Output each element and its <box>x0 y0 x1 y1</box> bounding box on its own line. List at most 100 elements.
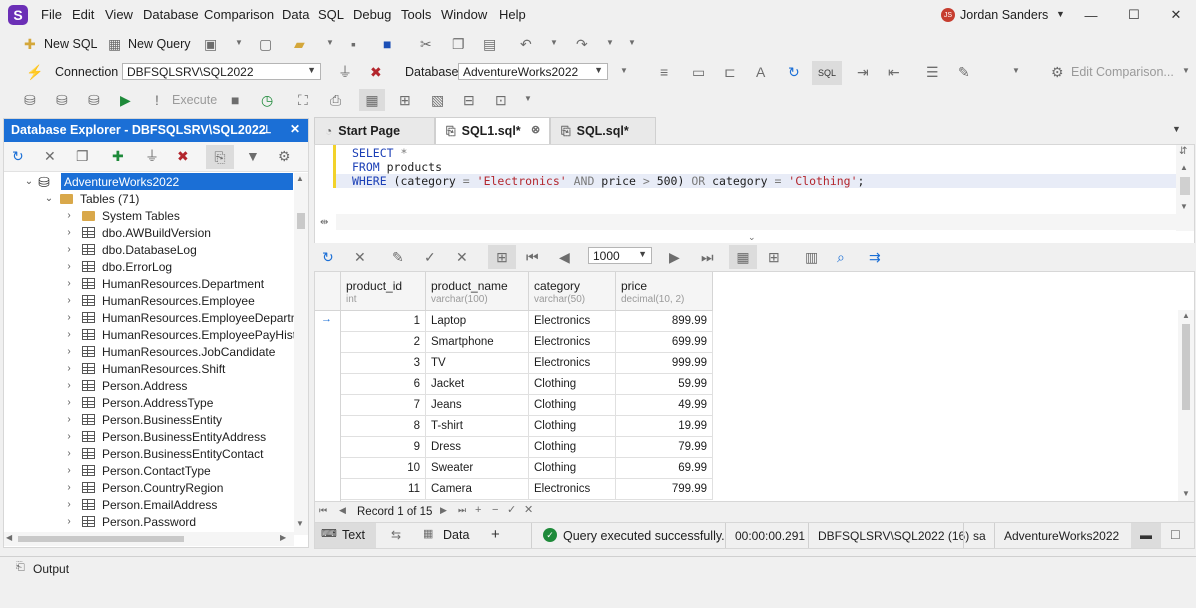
scroll-down-icon[interactable]: ▼ <box>296 520 304 528</box>
menu-help[interactable]: Help <box>499 7 526 22</box>
database-icon-2[interactable]: ⛁ <box>56 93 68 107</box>
expand-chevron-icon[interactable]: › <box>64 414 74 425</box>
paste-icon[interactable]: ▤ <box>483 37 496 51</box>
table-cell[interactable]: T-shirt <box>426 416 529 437</box>
table-cell[interactable]: Dress <box>426 437 529 458</box>
expand-chevron-icon[interactable]: › <box>64 278 74 289</box>
table-cell[interactable]: 2 <box>341 332 426 353</box>
scroll-up-icon[interactable]: ▲ <box>1182 312 1190 320</box>
tree-node-table[interactable]: › Person.Password <box>64 513 196 530</box>
explorer-filter-objects-icon[interactable]: ⎘ <box>206 145 234 169</box>
menu-tools[interactable]: Tools <box>401 7 431 22</box>
table-cell[interactable]: 69.99 <box>616 458 713 479</box>
execute-button[interactable]: Execute <box>172 93 217 107</box>
table-cell[interactable]: 10 <box>341 458 426 479</box>
add-record-icon[interactable]: + <box>475 505 481 516</box>
tree-node-table[interactable]: › Person.BusinessEntityAddress <box>64 428 266 445</box>
menu-view[interactable]: View <box>105 7 133 22</box>
remove-record-icon[interactable]: − <box>492 505 498 516</box>
swap-icon[interactable]: ⇆ <box>391 529 401 541</box>
grid-cancel-icon[interactable]: ✕ <box>456 250 468 264</box>
previous-record-icon[interactable]: ◀ <box>339 506 346 515</box>
expand-chevron-icon[interactable]: › <box>64 210 74 221</box>
align-icon[interactable]: ☰ <box>926 65 939 79</box>
tree-node-table[interactable]: › HumanResources.Shift <box>64 360 225 377</box>
tree-node-table[interactable]: › Person.EmailAddress <box>64 496 217 513</box>
pivot-icon[interactable]: ⊟ <box>463 93 475 107</box>
tree-node-table[interactable]: › Person.CountryRegion <box>64 479 223 496</box>
menu-database[interactable]: Database <box>143 7 199 22</box>
explorer-connect-icon[interactable]: ⏚ <box>145 149 159 163</box>
connect-icon[interactable]: ⏚ <box>338 65 352 79</box>
menu-edit[interactable]: Edit <box>72 7 94 22</box>
table-cell[interactable]: 799.99 <box>616 479 713 500</box>
tree-node-table[interactable]: › HumanResources.EmployeeDepartment <box>64 309 294 326</box>
save-icon[interactable]: ▪ <box>351 37 356 51</box>
expand-chevron-icon[interactable]: › <box>64 431 74 442</box>
grid-delete-icon[interactable]: ✕ <box>354 250 366 264</box>
toolbar2-overflow-icon[interactable]: ▼ <box>1012 67 1020 75</box>
table-cell[interactable]: 8 <box>341 416 426 437</box>
scroll-up-icon[interactable]: ▲ <box>296 175 304 183</box>
collapse-chevron-icon[interactable]: ⌄ <box>24 176 34 187</box>
expand-chevron-icon[interactable]: › <box>64 448 74 459</box>
explorer-refresh-icon[interactable]: ↻ <box>12 149 24 163</box>
grid-paging-icon[interactable]: ⊞ <box>488 245 516 269</box>
table-cell[interactable]: Clothing <box>529 395 616 416</box>
table-cell[interactable]: Clothing <box>529 437 616 458</box>
table-cell[interactable]: 699.99 <box>616 332 713 353</box>
cancel-record-icon[interactable]: ✕ <box>524 505 533 516</box>
table-cell[interactable]: Clothing <box>529 416 616 437</box>
toolbar3-overflow-icon[interactable]: ▼ <box>524 95 532 103</box>
database-icon-3[interactable]: ⛁ <box>88 93 100 107</box>
menu-window[interactable]: Window <box>441 7 487 22</box>
tree-node-table[interactable]: › Person.Address <box>64 377 187 394</box>
expand-chevron-icon[interactable]: › <box>64 499 74 510</box>
next-record-icon[interactable]: ▶ <box>440 506 447 515</box>
table-cell[interactable]: Electronics <box>529 479 616 500</box>
data-tab[interactable]: ▦ Data <box>419 523 479 548</box>
table-cell[interactable]: Clothing <box>529 374 616 395</box>
table-cell[interactable]: Electronics <box>529 332 616 353</box>
user-menu-chevron-icon[interactable]: ▼ <box>1056 10 1065 19</box>
tree-node-tables[interactable]: ⌄ Tables (71) <box>44 190 140 207</box>
previous-page-icon[interactable]: ◀ <box>559 250 570 264</box>
collapse-chevron-icon[interactable]: ⌄ <box>44 193 54 204</box>
outline-icon[interactable]: ⊏ <box>724 65 736 79</box>
connection-combo[interactable]: DBFSQLSRV\SQL2022 ▼ <box>122 63 321 80</box>
stop-icon[interactable]: ■ <box>231 93 239 107</box>
user-avatar[interactable]: JS <box>941 8 955 22</box>
sql-mode-icon[interactable]: SQL <box>812 61 842 85</box>
expand-chevron-icon[interactable]: › <box>64 261 74 272</box>
expand-chevron-icon[interactable]: › <box>64 312 74 323</box>
new-document-dropdown-icon[interactable]: ▼ <box>235 39 243 47</box>
grid-view-icon[interactable]: ▦ <box>359 89 385 111</box>
menu-file[interactable]: File <box>41 7 62 22</box>
editor-vertical-scrollbar[interactable]: ⇵ ▲ ▼ <box>1176 145 1194 231</box>
table-cell[interactable]: 899.99 <box>616 311 713 332</box>
user-name[interactable]: Jordan Sanders <box>960 8 1048 22</box>
expand-chevron-icon[interactable]: › <box>64 363 74 374</box>
column-header-product-id[interactable]: product_id int <box>341 272 426 311</box>
table-cell[interactable]: Clothing <box>529 458 616 479</box>
grid-refresh-icon[interactable]: ↻ <box>322 250 334 264</box>
explain-icon[interactable]: ⛶ <box>298 93 308 107</box>
table-cell[interactable]: 9 <box>341 437 426 458</box>
explorer-new-connection-icon[interactable]: ✚ <box>112 149 124 163</box>
text-tab[interactable]: ⌨ Text <box>315 523 376 548</box>
explorer-filter-icon[interactable]: ▼ <box>246 149 260 163</box>
expand-chevron-icon[interactable]: › <box>64 227 74 238</box>
tree-node-table[interactable]: › dbo.ErrorLog <box>64 258 172 275</box>
expand-chevron-icon[interactable]: › <box>64 516 74 527</box>
column-manager-icon[interactable]: ▥ <box>805 250 818 264</box>
copy-icon[interactable]: ❐ <box>452 37 465 51</box>
scroll-down-icon[interactable]: ▼ <box>1182 490 1190 498</box>
execute-play-icon[interactable]: ▶ <box>120 93 131 107</box>
column-header-category[interactable]: category varchar(50) <box>529 272 616 311</box>
export-icon[interactable]: ⎙ <box>330 93 341 107</box>
expand-chevron-icon[interactable]: › <box>64 346 74 357</box>
save-all-icon[interactable]: ■ <box>383 37 391 51</box>
export-grid-icon[interactable]: ⇉ <box>869 250 881 264</box>
table-cell[interactable]: Electronics <box>529 311 616 332</box>
grid-view-toggle-icon[interactable]: ▦ <box>729 245 757 269</box>
